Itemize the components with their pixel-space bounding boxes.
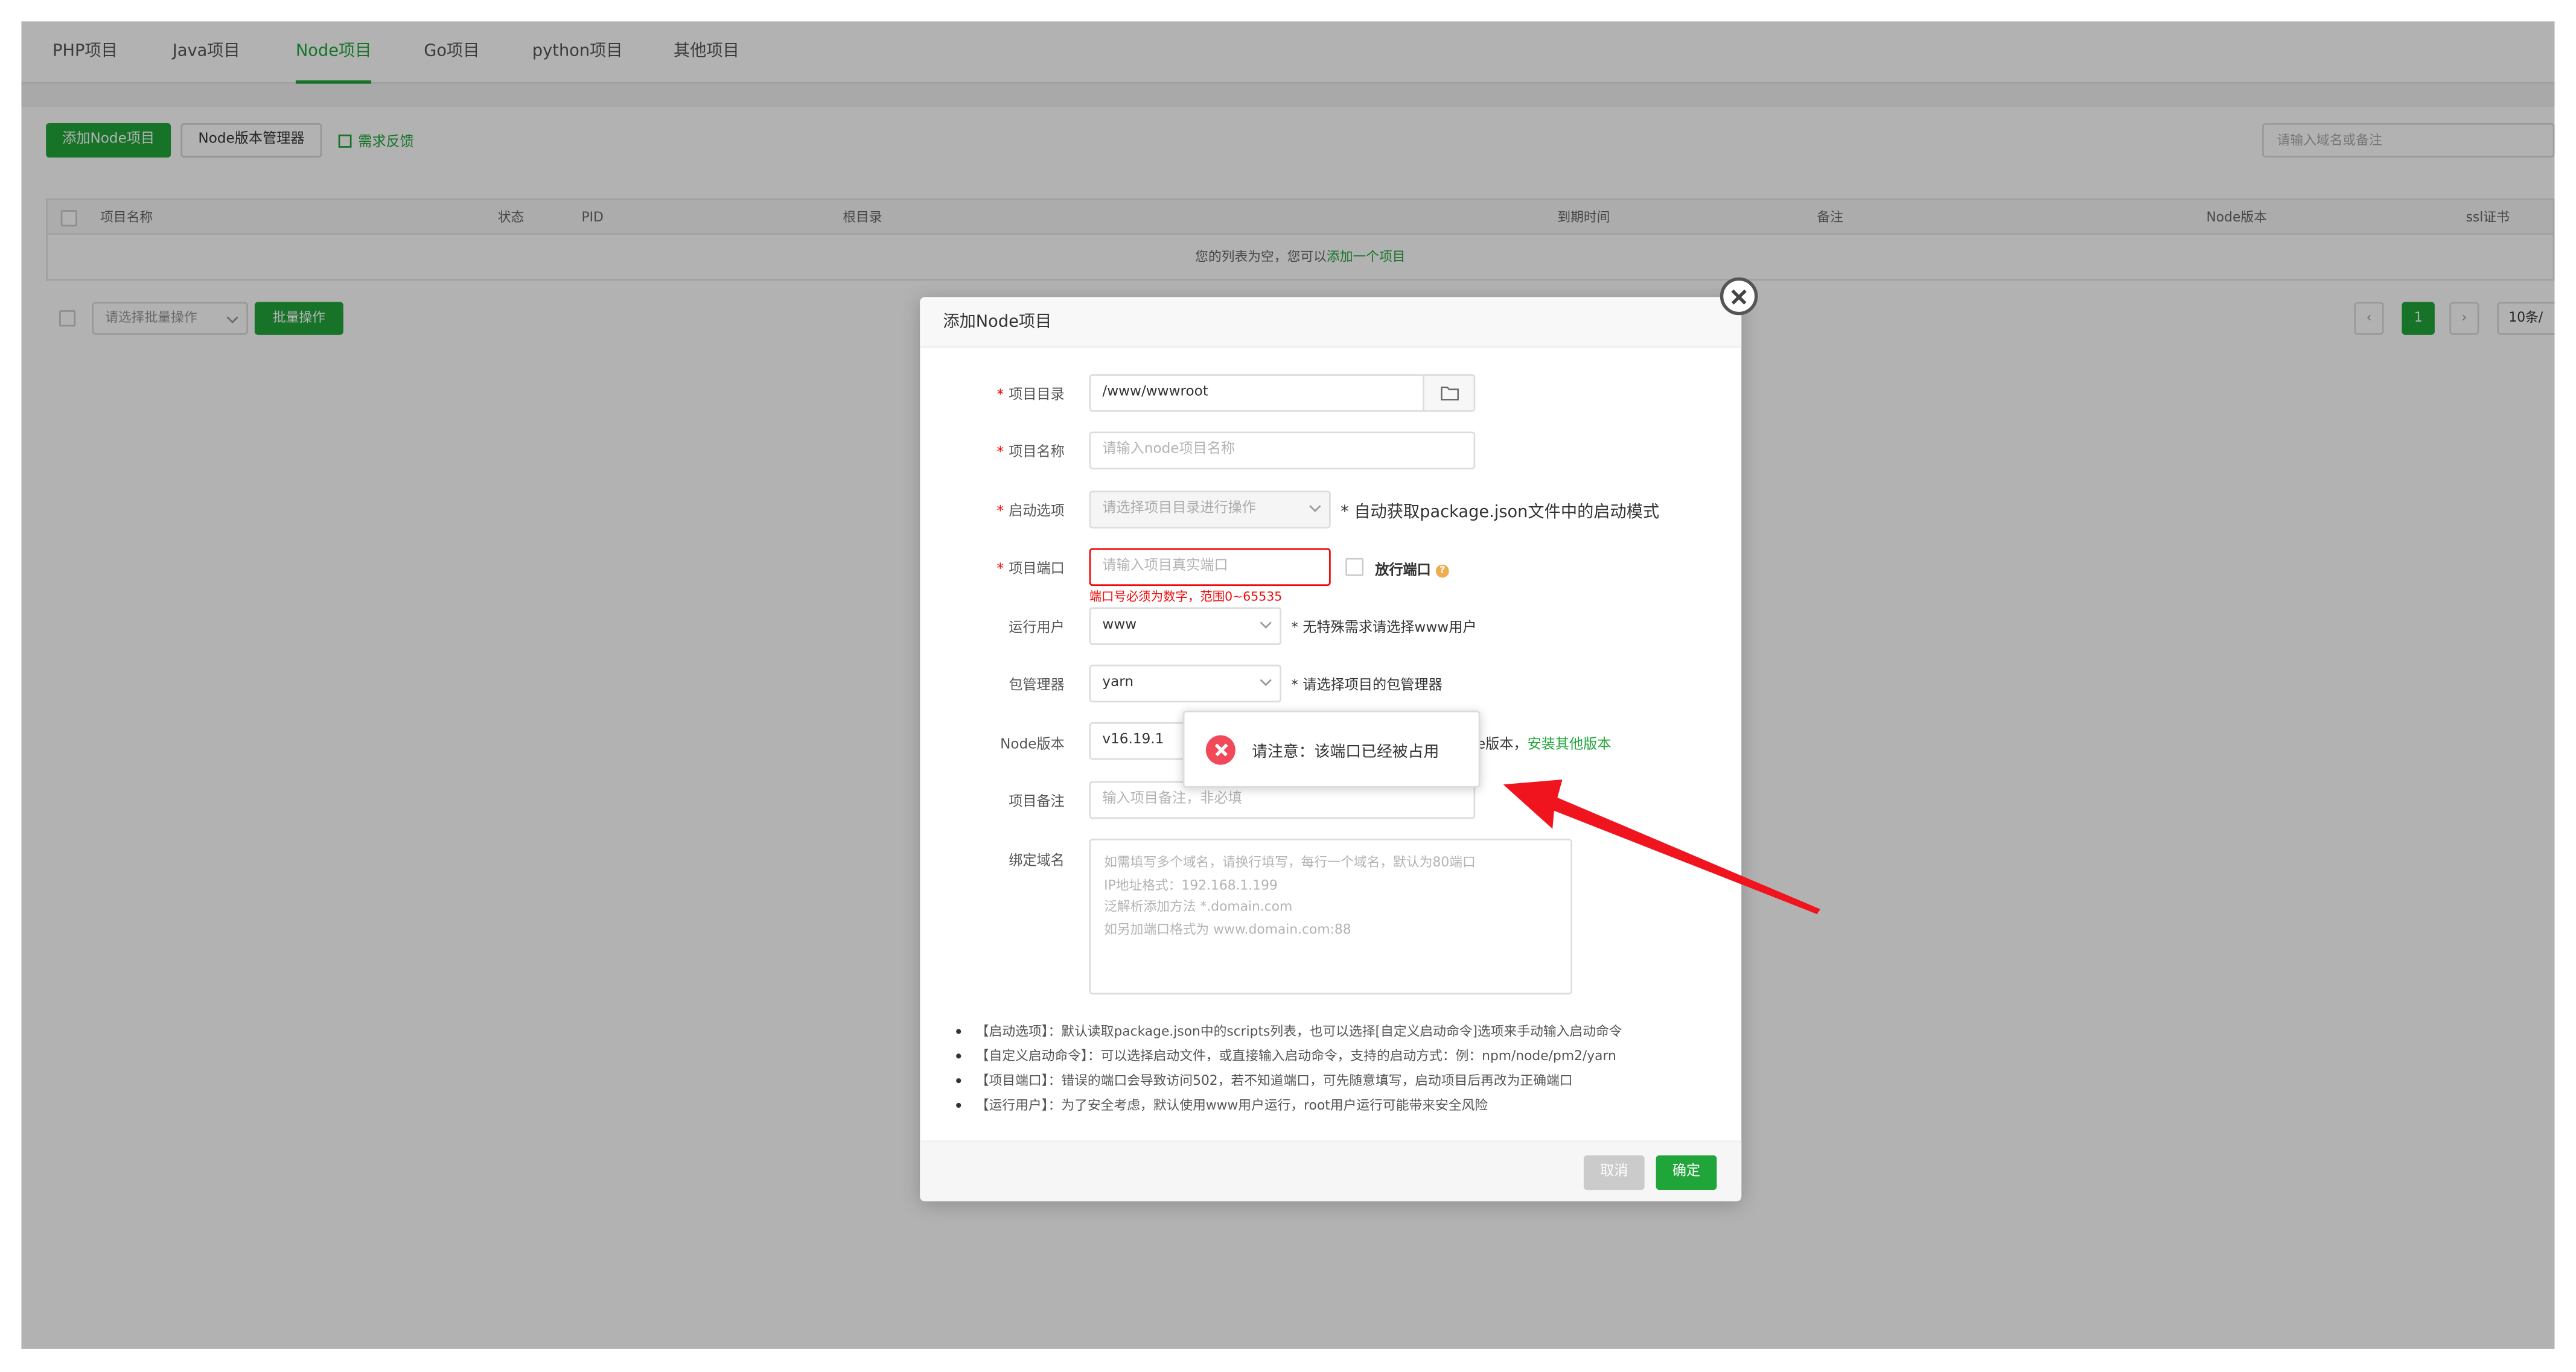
port-error-message: 端口号必须为数字，范围0~65535 — [1089, 589, 1283, 604]
help-notes: 【启动选项】：默认读取package.json中的scripts列表，也可以选择… — [953, 1019, 1709, 1117]
install-other-version-link[interactable]: 安装其他版本 — [1528, 737, 1612, 753]
close-icon[interactable] — [1720, 277, 1758, 316]
chevron-down-icon — [1309, 500, 1321, 512]
project-name-input[interactable]: 请输入node项目名称 — [1089, 431, 1476, 469]
project-dir-input[interactable]: /www/wwwroot — [1089, 374, 1424, 412]
bind-domain-textarea[interactable]: 如需填写多个域名，请换行填写，每行一个域名，默认为80端口 IP地址格式：192… — [1089, 838, 1572, 995]
dir-label-text: 项目目录 — [1009, 387, 1065, 404]
start-option-hint: * 自动获取package.json文件中的启动模式 — [1341, 504, 1660, 522]
dialog-footer: 取消 确定 — [920, 1140, 1742, 1202]
package-manager-hint: * 请选择项目的包管理器 — [1291, 678, 1443, 694]
package-manager-select[interactable]: yarn — [1089, 664, 1282, 703]
node-version-hint-tail: e版本， — [1476, 737, 1528, 754]
start-label-text: 启动选项 — [1009, 504, 1065, 521]
port-label: * 项目端口 — [996, 561, 1065, 578]
folder-icon — [1441, 386, 1459, 401]
note-item: 【启动选项】：默认读取package.json中的scripts列表，也可以选择… — [953, 1019, 1709, 1044]
dir-label: * 项目目录 — [996, 387, 1065, 404]
chevron-down-icon — [1260, 674, 1272, 687]
domain-label: 绑定域名 — [1009, 853, 1065, 870]
node-version-hint: e版本，安装其他版本 — [1476, 734, 1612, 754]
note-item: 【项目端口】：错误的端口会导致访问502，若不知道端口，可先随意填写，启动项目后… — [953, 1069, 1709, 1093]
domain-placeholder-line: 如另加端口格式为 www.domain.com:88 — [1104, 921, 1351, 936]
node-version-value: v16.19.1 — [1102, 732, 1164, 749]
dialog-title: 添加Node项目 — [920, 297, 1742, 348]
name-label: * 项目名称 — [996, 445, 1065, 462]
start-option-select[interactable]: 请选择项目目录进行操作 — [1089, 491, 1331, 529]
run-user-hint: * 无特殊需求请选择www用户 — [1291, 620, 1477, 637]
run-user-label: 运行用户 — [1009, 620, 1065, 637]
start-option-label: * 启动选项 — [996, 504, 1065, 521]
domain-placeholder-line: 如需填写多个域名，请换行填写，每行一个域名，默认为80端口 — [1104, 855, 1476, 870]
release-port-label: 放行端口 — [1375, 562, 1431, 580]
start-option-value: 请选择项目目录进行操作 — [1102, 500, 1256, 517]
project-port-input[interactable]: 请输入项目真实端口 — [1089, 548, 1331, 586]
help-icon[interactable]: ? — [1435, 564, 1449, 577]
error-icon — [1205, 735, 1235, 765]
name-label-text: 项目名称 — [1009, 445, 1065, 462]
chevron-down-icon — [1260, 617, 1272, 629]
folder-picker-button[interactable] — [1423, 374, 1476, 412]
cancel-button[interactable]: 取消 — [1583, 1155, 1645, 1190]
package-manager-value: yarn — [1102, 674, 1134, 691]
package-manager-label: 包管理器 — [1009, 678, 1065, 694]
error-toast: 请注意：该端口已经被占用 — [1182, 710, 1481, 788]
run-user-value: www — [1102, 617, 1137, 634]
domain-placeholder-line: 泛解析添加方法 *.domain.com — [1104, 899, 1293, 915]
note-item: 【自定义启动命令】：可以选择启动文件，或直接输入启动命令，支持的启动方式：例：n… — [953, 1044, 1709, 1069]
remark-label: 项目备注 — [1009, 794, 1065, 811]
release-port-option: 放行端口 ? — [1375, 560, 1449, 580]
domain-placeholder-line: IP地址格式：192.168.1.199 — [1104, 877, 1278, 892]
port-label-text: 项目端口 — [1009, 561, 1065, 578]
toast-message: 请注意：该端口已经被占用 — [1252, 743, 1439, 762]
node-version-label: Node版本 — [1000, 737, 1065, 754]
confirm-button[interactable]: 确定 — [1656, 1155, 1717, 1190]
run-user-select[interactable]: www — [1089, 607, 1282, 645]
release-port-checkbox[interactable] — [1345, 557, 1364, 576]
note-item: 【运行用户】：为了安全考虑，默认使用www用户运行，root用户运行可能带来安全… — [953, 1093, 1709, 1118]
